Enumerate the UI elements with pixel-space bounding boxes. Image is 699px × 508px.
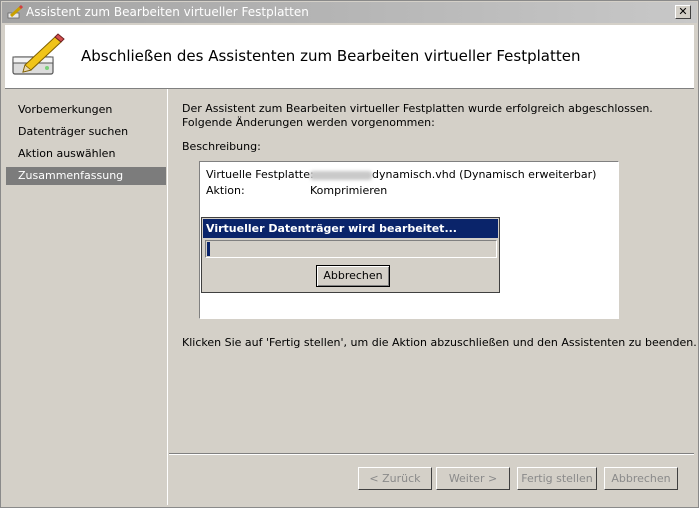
- cancel-button[interactable]: Abbrechen: [604, 467, 678, 490]
- progress-dialog-title: Virtueller Datenträger wird bearbeitet..…: [203, 219, 498, 238]
- nav-item-datentraeger-suchen[interactable]: Datenträger suchen: [6, 123, 166, 141]
- summary-row-action: Aktion: Komprimieren: [206, 184, 387, 197]
- progress-cancel-button[interactable]: Abbrechen: [316, 265, 390, 287]
- progress-fill: [207, 242, 210, 256]
- progress-dialog: Virtueller Datenträger wird bearbeitet..…: [201, 217, 500, 293]
- redacted-name: [310, 170, 372, 180]
- action-value: Komprimieren: [310, 184, 388, 197]
- back-button[interactable]: < Zurück: [358, 467, 432, 490]
- intro-text: Der Assistent zum Bearbeiten virtueller …: [182, 102, 653, 129]
- finish-hint: Klicken Sie auf 'Fertig stellen', um die…: [182, 336, 697, 349]
- title-bar: Assistent zum Bearbeiten virtueller Fest…: [2, 2, 697, 23]
- finish-button[interactable]: Fertig stellen: [517, 467, 597, 490]
- wizard-window: Assistent zum Bearbeiten virtueller Fest…: [0, 0, 699, 508]
- progress-bar: [205, 240, 497, 258]
- edit-disk-icon: [12, 33, 65, 75]
- summary-row-disk: Virtuelle Festplatte: dynamisch.vhd (Dyna…: [206, 168, 596, 181]
- nav-item-vorbemerkungen[interactable]: Vorbemerkungen: [6, 101, 166, 119]
- nav-item-aktion-auswaehlen[interactable]: Aktion auswählen: [6, 145, 166, 163]
- window-title: Assistent zum Bearbeiten virtueller Fest…: [26, 5, 309, 19]
- close-icon[interactable]: ✕: [675, 5, 691, 19]
- wizard-pencil-icon: [7, 5, 23, 19]
- disk-value: dynamisch.vhd (Dynamisch erweiterbar): [372, 168, 597, 181]
- next-button[interactable]: Weiter >: [436, 467, 510, 490]
- wizard-header: Abschließen des Assistenten zum Bearbeit…: [5, 25, 694, 88]
- disk-key: Virtuelle Festplatte:: [206, 168, 314, 181]
- nav-item-zusammenfassung[interactable]: Zusammenfassung: [6, 167, 166, 185]
- description-label: Beschreibung:: [182, 140, 261, 153]
- action-key: Aktion:: [206, 184, 245, 197]
- page-title: Abschließen des Assistenten zum Bearbeit…: [81, 47, 581, 65]
- wizard-nav: Vorbemerkungen Datenträger suchen Aktion…: [5, 89, 168, 505]
